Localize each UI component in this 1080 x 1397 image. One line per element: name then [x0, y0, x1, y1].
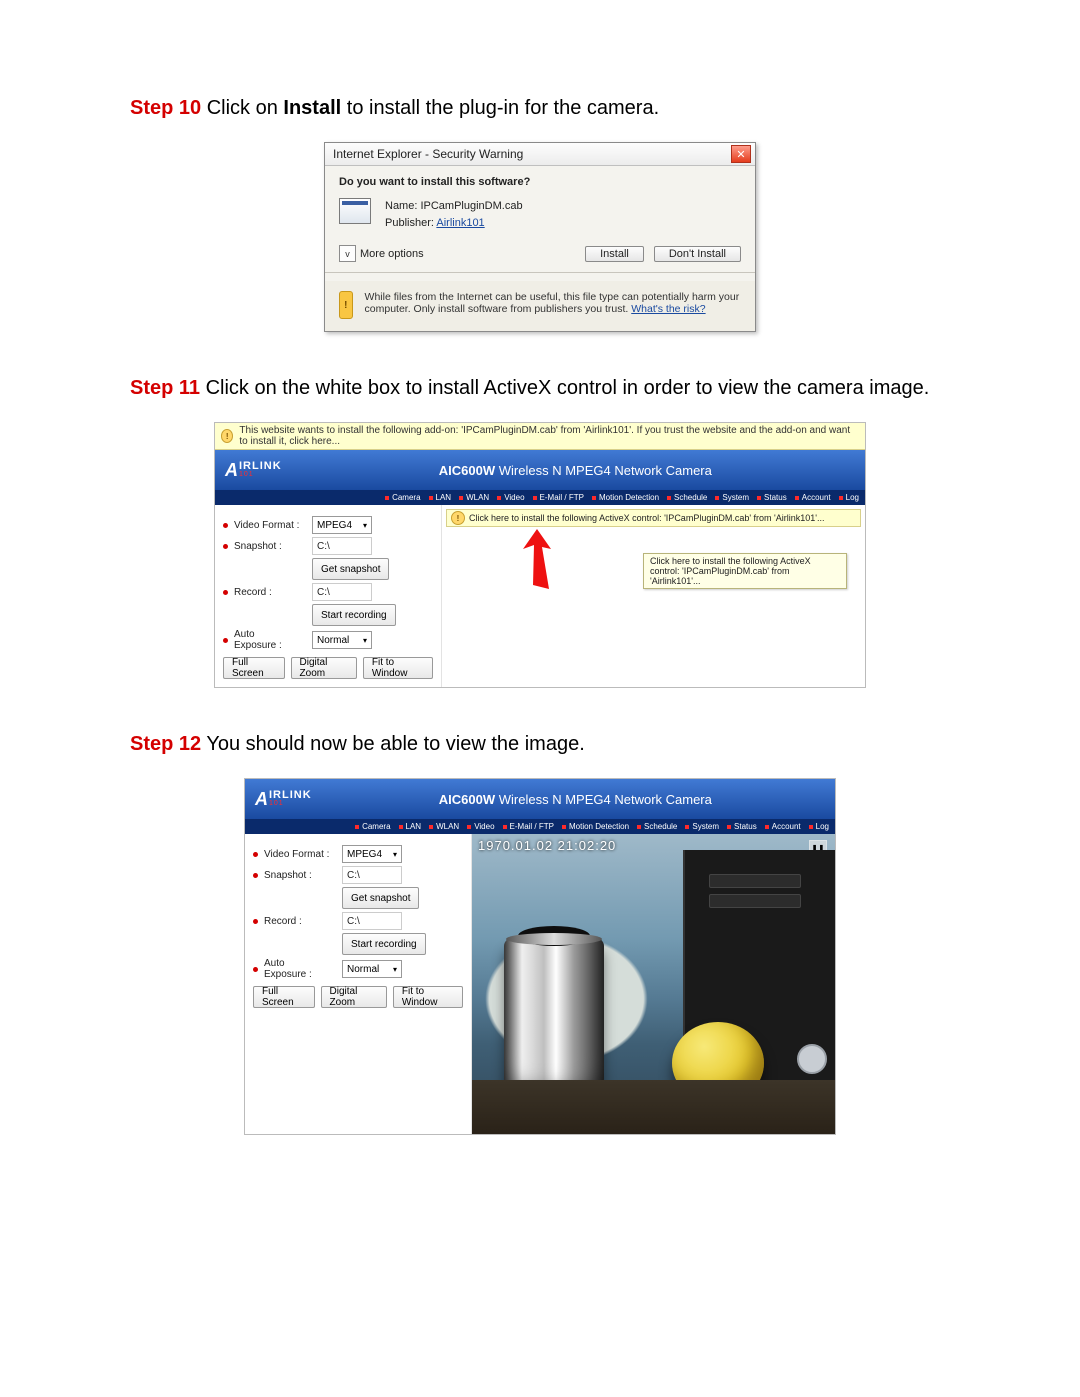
get-snapshot-button[interactable]: Get snapshot	[312, 558, 389, 580]
nav-log[interactable]: Log	[839, 493, 859, 502]
snapshot-label: Snapshot :	[264, 870, 336, 881]
scene-steel-mug	[504, 936, 604, 1106]
camera-header: A IRLINK 101 AIC600W Wireless N MPEG4 Ne…	[245, 779, 835, 819]
info-icon: !	[221, 429, 233, 443]
more-options-label: More options	[360, 248, 424, 260]
activex-install-bar[interactable]: ! This website wants to install the foll…	[215, 423, 865, 450]
snapshot-path[interactable]: C:\	[312, 537, 372, 555]
airlink-logo: A IRLINK 101	[225, 460, 282, 481]
video-format-label: Video Format :	[234, 520, 306, 531]
nav-account[interactable]: Account	[765, 822, 801, 831]
nav-wlan[interactable]: WLAN	[459, 493, 489, 502]
nav-video[interactable]: Video	[497, 493, 524, 502]
dialog-title-text: Internet Explorer - Security Warning	[333, 147, 523, 161]
video-format-select[interactable]: MPEG4	[312, 516, 372, 534]
record-path[interactable]: C:\	[342, 912, 402, 930]
fit-to-window-button[interactable]: Fit to Window	[393, 986, 463, 1008]
nav-video[interactable]: Video	[467, 822, 494, 831]
step10-text: Step 10 Click on Install to install the …	[130, 92, 950, 124]
camera-timestamp: 1970.01.02 21:02:20	[478, 838, 616, 853]
auto-exposure-label: AutoExposure :	[264, 958, 336, 980]
full-screen-button[interactable]: Full Screen	[253, 986, 315, 1008]
name-label: Name:	[385, 200, 417, 212]
camera-title: AIC600W Wireless N MPEG4 Network Camera	[296, 463, 855, 478]
snapshot-path[interactable]: C:\	[342, 866, 402, 884]
start-recording-button[interactable]: Start recording	[342, 933, 426, 955]
nav-camera[interactable]: Camera	[355, 822, 390, 831]
full-screen-button[interactable]: Full Screen	[223, 657, 285, 679]
install-button[interactable]: Install	[585, 246, 644, 262]
nav-motion[interactable]: Motion Detection	[592, 493, 659, 502]
airlink-logo: A IRLINK 101	[255, 789, 312, 810]
start-recording-button[interactable]: Start recording	[312, 604, 396, 626]
fit-to-window-button[interactable]: Fit to Window	[363, 657, 433, 679]
activex-tooltip: Click here to install the following Acti…	[643, 553, 847, 589]
nav-camera[interactable]: Camera	[385, 493, 420, 502]
get-snapshot-button[interactable]: Get snapshot	[342, 887, 419, 909]
nav-email-ftp[interactable]: E-Mail / FTP	[533, 493, 584, 502]
nav-lan[interactable]: LAN	[399, 822, 422, 831]
file-icon	[339, 198, 371, 224]
camera-sidebar: Video Format : MPEG4 Snapshot : C:\ Get …	[215, 505, 442, 687]
digital-zoom-button[interactable]: Digital Zoom	[321, 986, 387, 1008]
digital-zoom-button[interactable]: Digital Zoom	[291, 657, 357, 679]
camera-nav: Camera LAN WLAN Video E-Mail / FTP Motio…	[245, 819, 835, 834]
nav-account[interactable]: Account	[795, 493, 831, 502]
nav-schedule[interactable]: Schedule	[637, 822, 677, 831]
dialog-question: Do you want to install this software?	[339, 176, 741, 188]
dont-install-button[interactable]: Don't Install	[654, 246, 741, 262]
nav-email-ftp[interactable]: E-Mail / FTP	[503, 822, 554, 831]
step10-label: Step 10	[130, 97, 201, 119]
close-icon: ✕	[736, 148, 745, 161]
activex-mini-bar[interactable]: ! Click here to install the following Ac…	[446, 509, 861, 527]
record-path[interactable]: C:\	[312, 583, 372, 601]
nav-status[interactable]: Status	[727, 822, 757, 831]
step12-label: Step 12	[130, 733, 201, 755]
shield-icon: !	[339, 291, 353, 319]
camera-viewport-live: 1970.01.02 21:02:20 ❚❚ ■ ◎	[472, 834, 835, 1134]
auto-exposure-label: AutoExposure :	[234, 629, 306, 651]
activex-install-bar-text: This website wants to install the follow…	[239, 425, 859, 447]
step11-text: Step 11 Click on the white box to instal…	[130, 372, 950, 404]
step12-text: Step 12 You should now be able to view t…	[130, 728, 950, 760]
auto-exposure-select[interactable]: Normal	[342, 960, 402, 978]
nav-system[interactable]: System	[715, 493, 749, 502]
camera-title: AIC600W Wireless N MPEG4 Network Camera	[326, 792, 825, 807]
nav-motion[interactable]: Motion Detection	[562, 822, 629, 831]
camera-ui-live: A IRLINK 101 AIC600W Wireless N MPEG4 Ne…	[244, 778, 836, 1135]
ie-security-warning-dialog: Internet Explorer - Security Warning ✕ D…	[324, 142, 756, 332]
dialog-titlebar: Internet Explorer - Security Warning ✕	[325, 143, 755, 166]
camera-ui-preinstall: ! This website wants to install the foll…	[214, 422, 866, 688]
name-value: IPCamPluginDM.cab	[420, 200, 522, 212]
record-label: Record :	[234, 587, 306, 598]
dialog-close-button[interactable]: ✕	[731, 145, 751, 163]
record-label: Record :	[264, 916, 336, 927]
scene-lemon	[672, 1022, 764, 1104]
nav-wlan[interactable]: WLAN	[429, 822, 459, 831]
nav-system[interactable]: System	[685, 822, 719, 831]
publisher-label: Publisher:	[385, 217, 434, 229]
camera-image: 1970.01.02 21:02:20 ❚❚ ■ ◎	[472, 834, 835, 1134]
video-format-label: Video Format :	[264, 849, 336, 860]
auto-exposure-select[interactable]: Normal	[312, 631, 372, 649]
nav-schedule[interactable]: Schedule	[667, 493, 707, 502]
snapshot-label: Snapshot :	[234, 541, 306, 552]
camera-nav: Camera LAN WLAN Video E-Mail / FTP Motio…	[215, 490, 865, 505]
camera-header: A IRLINK 101 AIC600W Wireless N MPEG4 Ne…	[215, 450, 865, 490]
publisher-link[interactable]: Airlink101	[436, 217, 484, 229]
more-options[interactable]: v More options	[339, 245, 424, 262]
nav-log[interactable]: Log	[809, 822, 829, 831]
nav-lan[interactable]: LAN	[429, 493, 452, 502]
step11-label: Step 11	[130, 377, 200, 399]
chevron-down-icon: v	[339, 245, 356, 262]
video-format-select[interactable]: MPEG4	[342, 845, 402, 863]
camera-sidebar: Video Format : MPEG4 Snapshot : C:\ Get …	[245, 834, 472, 1134]
whats-the-risk-link[interactable]: What's the risk?	[631, 303, 705, 315]
scene-pc-tower	[683, 850, 835, 1134]
nav-status[interactable]: Status	[757, 493, 787, 502]
dialog-warning-text: While files from the Internet can be use…	[365, 291, 741, 315]
info-icon: !	[451, 511, 465, 525]
camera-viewport-empty[interactable]: ! Click here to install the following Ac…	[442, 505, 865, 687]
